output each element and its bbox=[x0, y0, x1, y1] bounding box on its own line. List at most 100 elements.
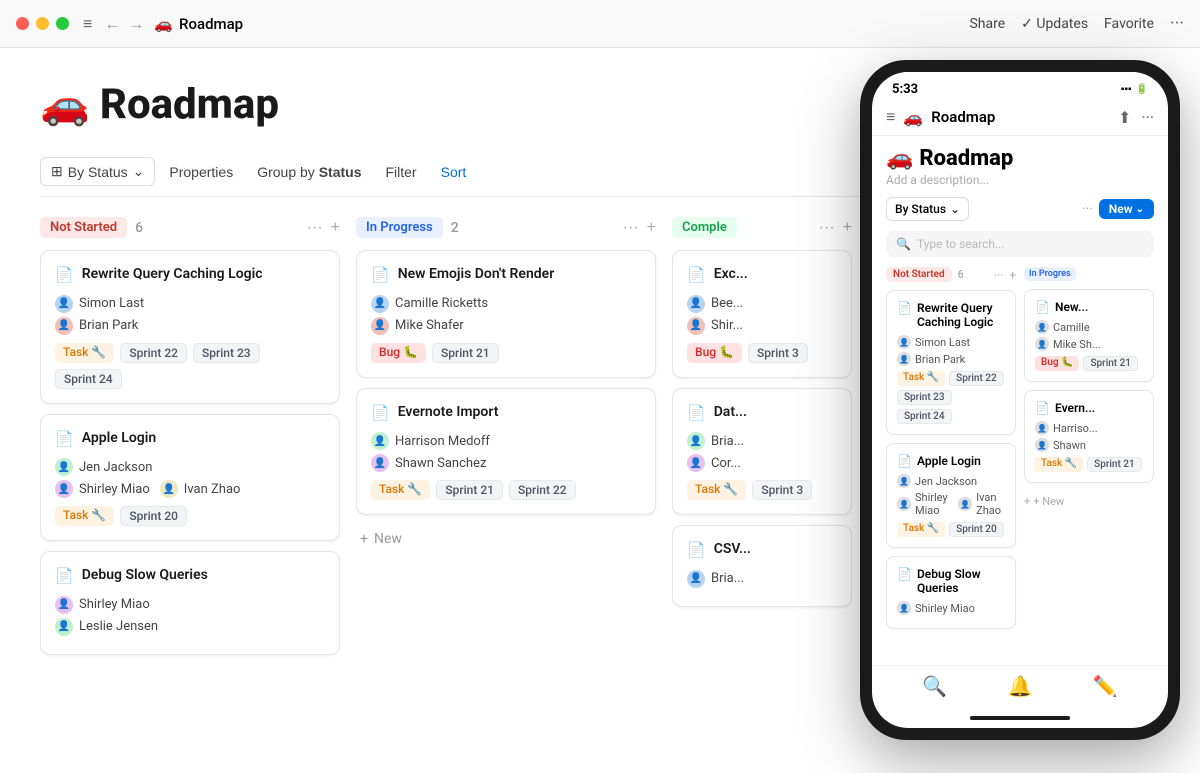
group-by-button[interactable]: Group by Status bbox=[247, 159, 371, 185]
phone-page-icon: 🚗 bbox=[903, 108, 923, 127]
phone-card-apple-login[interactable]: 📄 Apple Login 👤 Jen Jackson 👤 Shirley Mi… bbox=[886, 443, 1016, 548]
page-emoji-icon: 🚗 bbox=[40, 81, 90, 128]
phone-menu-icon[interactable]: ≡ bbox=[886, 107, 895, 127]
card-apple-login[interactable]: 📄 Apple Login 👤 Jen Jackson 👤 Shirley Mi… bbox=[40, 414, 340, 542]
avatar: 👤 bbox=[371, 454, 389, 472]
column-add-not-started[interactable]: + bbox=[331, 219, 340, 237]
card-person-2: 👤 Shawn Sanchez bbox=[371, 454, 641, 472]
card-person-1: 👤 Bria... bbox=[687, 432, 837, 450]
close-button[interactable] bbox=[16, 17, 29, 30]
phone-tag-sprint-20: Sprint 20 bbox=[949, 522, 1004, 537]
phone-card-evernote[interactable]: 📄 Evern... 👤 Harriso... 👤 Shawn Tas bbox=[1024, 390, 1154, 483]
card-doc-icon: 📄 bbox=[55, 567, 74, 585]
phone-person-2: 👤 Shawn bbox=[1035, 438, 1143, 452]
column-more-not-started[interactable]: ··· bbox=[307, 219, 323, 237]
phone-new-label: New bbox=[1109, 202, 1133, 216]
phone-person-name: Jen Jackson bbox=[915, 475, 977, 488]
phone-board: Not Started 6 ··· + 📄 Rewrite Query Cach… bbox=[886, 267, 1154, 637]
column-more-in-progress[interactable]: ··· bbox=[623, 219, 639, 237]
new-label: New bbox=[374, 531, 402, 547]
phone-card-title-text: Debug Slow Queries bbox=[917, 567, 1005, 595]
card-dat[interactable]: 📄 Dat... 👤 Bria... 👤 Cor... Task 🔧 Sprin… bbox=[672, 388, 852, 516]
tag-sprint-23: Sprint 23 bbox=[193, 343, 260, 363]
view-selector-button[interactable]: ⊞ By Status ⌄ bbox=[40, 157, 155, 186]
card-title: CSV... bbox=[714, 540, 751, 560]
person-name: Shirley Miao bbox=[79, 597, 150, 612]
column-add-complete[interactable]: + bbox=[843, 219, 852, 237]
card-evernote-import[interactable]: 📄 Evernote Import 👤 Harrison Medoff 👤 Sh… bbox=[356, 388, 656, 516]
card-rewrite-query[interactable]: 📄 Rewrite Query Caching Logic 👤 Simon La… bbox=[40, 250, 340, 404]
tag-sprint-20: Sprint 20 bbox=[120, 506, 187, 526]
forward-arrow[interactable]: → bbox=[128, 14, 144, 34]
properties-button[interactable]: Properties bbox=[159, 159, 243, 185]
add-new-in-progress[interactable]: + New bbox=[356, 525, 656, 553]
phone-tag-task: Task 🔧 bbox=[897, 522, 945, 537]
card-person-1: 👤 Simon Last bbox=[55, 295, 325, 313]
card-title: Exc... bbox=[714, 265, 748, 285]
phone-new-button[interactable]: New ⌄ bbox=[1099, 199, 1154, 219]
phone-search[interactable]: 🔍 Type to search... bbox=[886, 231, 1154, 257]
card-doc-icon: 📄 bbox=[687, 266, 706, 284]
status-badge-in-progress: In Progress bbox=[356, 217, 443, 238]
phone-more-icon[interactable]: ··· bbox=[1141, 108, 1154, 127]
filter-button[interactable]: Filter bbox=[375, 159, 426, 185]
phone-card-new-emojis[interactable]: 📄 New... 👤 Camille 👤 Mike Sh... Bug bbox=[1024, 289, 1154, 382]
card-csv[interactable]: 📄 CSV... 👤 Bria... bbox=[672, 525, 852, 607]
column-more-complete[interactable]: ··· bbox=[819, 219, 835, 237]
phone-new-chevron: ⌄ bbox=[1136, 204, 1144, 215]
avatar: 👤 bbox=[55, 317, 73, 335]
phone-toolbar-more[interactable]: ··· bbox=[1082, 201, 1093, 217]
sort-button[interactable]: Sort bbox=[431, 159, 477, 185]
phone-notifications-icon[interactable]: 🔔 bbox=[1008, 674, 1033, 698]
phone-tag-task: Task 🔧 bbox=[897, 371, 945, 386]
person-name: Bria... bbox=[711, 571, 744, 586]
phone-search-nav-icon[interactable]: 🔍 bbox=[922, 674, 947, 698]
phone-not-started-more[interactable]: ··· bbox=[994, 268, 1003, 282]
card-debug-slow[interactable]: 📄 Debug Slow Queries 👤 Shirley Miao 👤 Le… bbox=[40, 551, 340, 655]
phone-person-name: Brian Park bbox=[915, 353, 965, 366]
phone-tags: Task 🔧 Sprint 22 Sprint 23 Sprint 24 bbox=[897, 371, 1005, 424]
tag-task: Task 🔧 bbox=[55, 343, 114, 363]
status-badge-not-started: Not Started bbox=[40, 217, 127, 238]
column-count-in-progress: 2 bbox=[451, 220, 459, 236]
phone-avatar: 👤 bbox=[897, 601, 911, 615]
favorite-button[interactable]: Favorite bbox=[1104, 16, 1154, 32]
column-add-in-progress[interactable]: + bbox=[647, 219, 656, 237]
phone-avatar: 👤 bbox=[897, 352, 911, 366]
card-new-emojis[interactable]: 📄 New Emojis Don't Render 👤 Camille Rick… bbox=[356, 250, 656, 378]
phone-status-filter[interactable]: By Status ⌄ bbox=[886, 197, 969, 221]
title-bar-actions: Share ✓ Updates Favorite ··· bbox=[969, 13, 1184, 34]
person-name: Simon Last bbox=[79, 296, 144, 311]
menu-icon[interactable]: ≡ bbox=[83, 14, 92, 34]
phone-new-add-label: + New bbox=[1033, 495, 1064, 508]
card-doc-icon: 📄 bbox=[55, 266, 74, 284]
phone-share-icon[interactable]: ⬆ bbox=[1118, 108, 1131, 127]
plus-icon: + bbox=[360, 531, 368, 547]
back-arrow[interactable]: ← bbox=[104, 14, 120, 34]
phone-not-started-col: Not Started 6 ··· + 📄 Rewrite Query Cach… bbox=[886, 267, 1016, 637]
phone-card-debug[interactable]: 📄 Debug Slow Queries 👤 Shirley Miao bbox=[886, 556, 1016, 629]
title-bar: ≡ ← → 🚗 Roadmap Share ✓ Updates Favorite… bbox=[0, 0, 1200, 48]
phone-card-rewrite-query[interactable]: 📄 Rewrite Query Caching Logic 👤 Simon La… bbox=[886, 290, 1016, 435]
phone-time: 5:33 bbox=[892, 82, 918, 97]
fullscreen-button[interactable] bbox=[56, 17, 69, 30]
phone-description[interactable]: Add a description... bbox=[886, 173, 1154, 187]
tag-task: Task 🔧 bbox=[371, 480, 430, 500]
phone-person-2: 👤 Brian Park bbox=[897, 352, 1005, 366]
card-person-2: 👤 Shir... bbox=[687, 317, 837, 335]
updates-button[interactable]: ✓ Updates bbox=[1021, 16, 1088, 32]
more-options-icon[interactable]: ··· bbox=[1170, 13, 1184, 34]
phone-card-doc-icon: 📄 bbox=[1035, 300, 1050, 314]
share-button[interactable]: Share bbox=[969, 16, 1005, 32]
card-exc[interactable]: 📄 Exc... 👤 Bee... 👤 Shir... Bug 🐛 Sprint… bbox=[672, 250, 852, 378]
tag-bug: Bug 🐛 bbox=[687, 343, 742, 363]
tag-sprint-22: Sprint 22 bbox=[120, 343, 187, 363]
minimize-button[interactable] bbox=[36, 17, 49, 30]
phone-compose-icon[interactable]: ✏️ bbox=[1093, 674, 1118, 698]
wifi-icon: ▪▪▪ bbox=[1121, 84, 1132, 95]
phone-not-started-add[interactable]: + bbox=[1009, 268, 1016, 282]
phone-avatar: 👤 bbox=[1035, 337, 1049, 351]
person-name-2: Shirley Miao bbox=[79, 482, 150, 497]
phone-status-icons: ▪▪▪ 🔋 bbox=[1121, 84, 1148, 95]
phone-add-new[interactable]: + + New bbox=[1024, 491, 1154, 512]
